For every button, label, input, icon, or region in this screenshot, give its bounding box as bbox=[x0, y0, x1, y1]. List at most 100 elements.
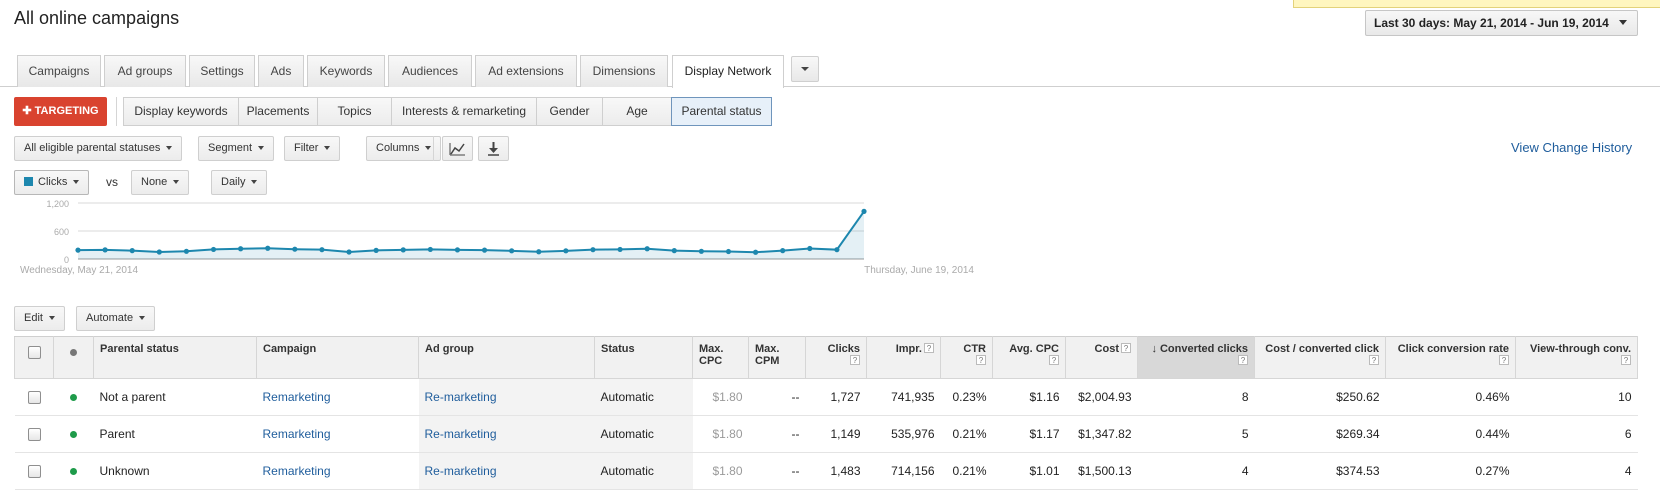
sort-descending-icon: ↓ bbox=[1151, 343, 1157, 355]
column-header-converted-clicks[interactable]: ↓ Converted clicks? bbox=[1137, 336, 1255, 379]
help-icon[interactable]: ? bbox=[1499, 355, 1509, 365]
segment-label: Segment bbox=[208, 142, 253, 154]
column-header-status[interactable]: Status bbox=[594, 336, 693, 379]
ad-group-link-cell: Re-marketing bbox=[418, 452, 595, 490]
help-icon[interactable]: ? bbox=[976, 355, 986, 365]
segment-button[interactable]: Segment bbox=[198, 136, 275, 161]
help-icon[interactable]: ? bbox=[1621, 355, 1631, 365]
caret-down-icon bbox=[139, 316, 146, 321]
y-tick-label: 1,200 bbox=[46, 200, 69, 209]
chart-metric-dropdown[interactable]: Clicks bbox=[14, 170, 90, 195]
help-icon[interactable]: ? bbox=[1049, 355, 1059, 365]
compare-metric-dropdown[interactable]: None bbox=[131, 170, 190, 195]
tab-ads[interactable]: Ads bbox=[258, 55, 304, 87]
cell-impr-cell: 714,156 bbox=[866, 452, 941, 490]
column-header-max-cpm[interactable]: Max. CPM bbox=[748, 336, 806, 379]
column-header-view-through-conv[interactable]: View-through conv.? bbox=[1515, 336, 1638, 379]
filter-dropdown-label: All eligible parental statuses bbox=[24, 142, 161, 154]
column-label: Converted clicks bbox=[1159, 343, 1248, 355]
caret-down-icon bbox=[425, 146, 432, 151]
columns-button[interactable]: Columns bbox=[366, 136, 442, 161]
data-point bbox=[834, 247, 840, 253]
data-point bbox=[617, 246, 623, 253]
automate-label: Automate bbox=[86, 312, 134, 324]
row-checkbox[interactable] bbox=[27, 465, 41, 479]
caret-down-icon bbox=[48, 316, 55, 321]
row-checkbox[interactable] bbox=[27, 391, 41, 405]
column-header-clicks[interactable]: Clicks? bbox=[805, 336, 867, 379]
column-header-avg-cpc[interactable]: Avg. CPC? bbox=[992, 336, 1066, 379]
data-point bbox=[861, 208, 867, 214]
tab-dimensions[interactable]: Dimensions bbox=[580, 55, 668, 87]
cell-avg-cpc-cell: $1.17 bbox=[992, 415, 1066, 453]
campaign-link[interactable]: Remarketing bbox=[263, 427, 331, 441]
tab-placements[interactable]: Placements bbox=[238, 97, 318, 126]
column-header-ctr[interactable]: CTR? bbox=[940, 336, 993, 379]
row-checkbox-cell[interactable] bbox=[14, 415, 54, 453]
column-label: Click conversion rate bbox=[1397, 343, 1509, 355]
view-change-history-link[interactable]: View Change History bbox=[1511, 140, 1632, 155]
granularity-label: Daily bbox=[221, 176, 246, 188]
ad-group-link[interactable]: Re-marketing bbox=[425, 427, 497, 441]
row-checkbox[interactable] bbox=[27, 428, 41, 442]
download-button[interactable] bbox=[478, 136, 509, 161]
cell-clicks-cell: 1,149 bbox=[805, 415, 867, 453]
y-tick-label: 0 bbox=[64, 255, 69, 265]
row-checkbox-cell[interactable] bbox=[14, 452, 54, 490]
campaign-link[interactable]: Remarketing bbox=[263, 390, 331, 404]
tab-campaigns[interactable]: Campaigns bbox=[17, 55, 101, 87]
chart-toggle-button[interactable] bbox=[442, 136, 473, 161]
tab-parental-status[interactable]: Parental status bbox=[671, 97, 772, 126]
column-header-parental-status[interactable]: Parental status bbox=[93, 336, 257, 379]
cell-max-cpm-cell: -- bbox=[748, 452, 806, 490]
tab-age[interactable]: Age bbox=[602, 97, 672, 126]
data-point bbox=[427, 246, 433, 253]
column-header-impr[interactable]: Impr.? bbox=[866, 336, 941, 379]
table-row: Not a parent Remarketing Re-marketing Autom… bbox=[14, 378, 1638, 416]
tab-ad-extensions[interactable]: Ad extensions bbox=[475, 55, 577, 87]
automate-button[interactable]: Automate bbox=[76, 306, 156, 331]
ad-group-link[interactable]: Re-marketing bbox=[425, 464, 497, 478]
vs-label: vs bbox=[106, 175, 118, 189]
data-point bbox=[102, 247, 108, 253]
help-icon[interactable]: ? bbox=[1369, 355, 1379, 365]
caret-down-icon bbox=[166, 146, 173, 151]
select-all-checkbox[interactable] bbox=[27, 346, 41, 359]
tab-interests-remarketing[interactable]: Interests & remarketing bbox=[391, 97, 537, 126]
column-header-click-conversion-rate[interactable]: Click conversion rate ? bbox=[1385, 336, 1516, 379]
parental-status-filter-dropdown[interactable]: All eligible parental statuses bbox=[14, 136, 183, 161]
granularity-dropdown[interactable]: Daily bbox=[211, 170, 268, 195]
help-icon[interactable]: ? bbox=[850, 355, 860, 365]
data-point bbox=[752, 249, 759, 255]
tab-topics[interactable]: Topics bbox=[317, 97, 392, 126]
cell-parental-status-cell: Unknown bbox=[93, 452, 257, 490]
column-header-campaign[interactable]: Campaign bbox=[256, 336, 419, 379]
select-all-checkbox-cell[interactable] bbox=[14, 336, 54, 379]
date-range-selector[interactable]: Last 30 days: May 21, 2014 - Jun 19, 201… bbox=[1365, 10, 1638, 36]
column-header-ad-group[interactable]: Ad group bbox=[418, 336, 595, 379]
tabs-more-button[interactable] bbox=[791, 56, 819, 82]
column-header-cost-per-converted-click[interactable]: Cost / converted click ? bbox=[1254, 336, 1386, 379]
tab-gender[interactable]: Gender bbox=[536, 97, 603, 126]
help-icon[interactable]: ? bbox=[1238, 355, 1248, 365]
help-icon[interactable]: ? bbox=[924, 343, 934, 353]
campaign-link[interactable]: Remarketing bbox=[263, 464, 331, 478]
column-header-max-cpc[interactable]: Max. CPC bbox=[692, 336, 749, 379]
tab-keywords[interactable]: Keywords bbox=[307, 55, 385, 87]
column-label: Max. CPC bbox=[699, 343, 724, 367]
edit-button[interactable]: Edit bbox=[14, 306, 65, 331]
row-checkbox-cell[interactable] bbox=[14, 378, 54, 416]
data-point bbox=[698, 248, 704, 254]
tab-ad-groups[interactable]: Ad groups bbox=[104, 55, 186, 87]
tab-audiences[interactable]: Audiences bbox=[388, 55, 472, 87]
line-chart: 1,200 600 0Wednesday, May 21, 2014 Thursday… bbox=[20, 199, 974, 276]
tab-settings[interactable]: Settings bbox=[189, 55, 255, 87]
targeting-button[interactable]: ✚ TARGETING bbox=[14, 97, 107, 126]
filter-button[interactable]: Filter bbox=[284, 136, 341, 161]
tab-display-network[interactable]: Display Network bbox=[672, 55, 784, 88]
cell-converted-clicks-cell: 4 bbox=[1137, 452, 1255, 490]
column-header-cost[interactable]: Cost? bbox=[1065, 336, 1138, 379]
help-icon[interactable]: ? bbox=[1121, 343, 1131, 353]
tab-display-keywords[interactable]: Display keywords bbox=[123, 97, 239, 126]
ad-group-link[interactable]: Re-marketing bbox=[425, 390, 497, 404]
